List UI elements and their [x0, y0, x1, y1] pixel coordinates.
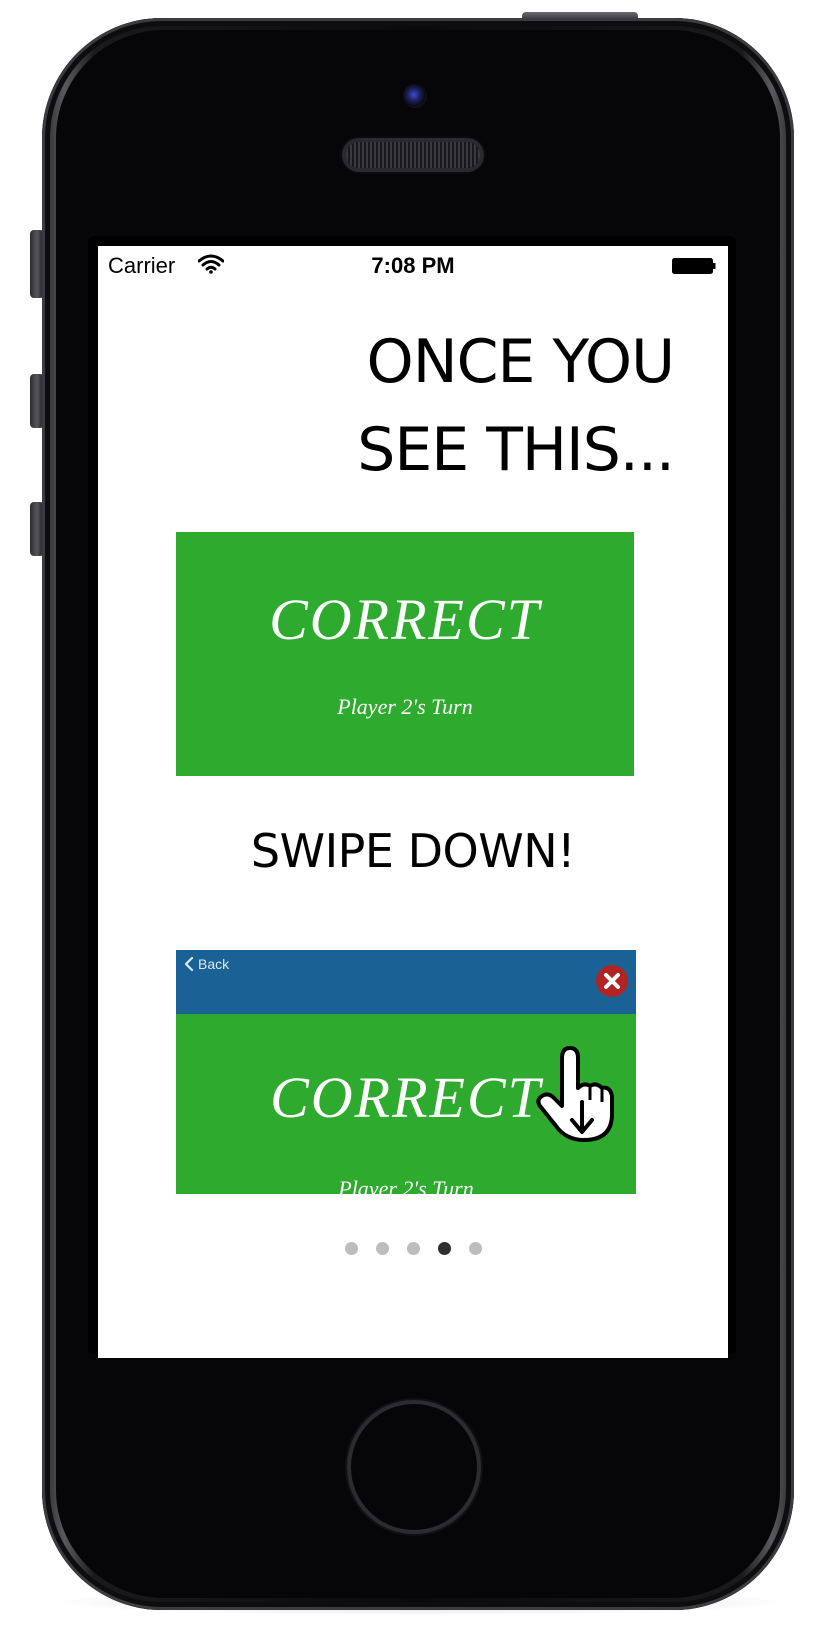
- demo-back-label: Back: [198, 956, 230, 972]
- close-icon: [604, 973, 620, 989]
- correct-card-title: CORRECT: [269, 587, 541, 652]
- page-dot-3[interactable]: [406, 1242, 420, 1255]
- demo-card-subtitle: Player 2's Turn: [338, 1176, 474, 1194]
- swipe-demo-card: Back CORRECT Player 2's Turn: [176, 950, 636, 1194]
- page-title-line-2: SEE THIS...: [357, 415, 675, 485]
- page-title: ONCE YOU SEE THIS...: [357, 318, 675, 494]
- correct-card-example: CORRECT Player 2's Turn: [176, 532, 634, 776]
- battery-icon: [672, 258, 716, 274]
- page-dot-4[interactable]: [437, 1242, 451, 1255]
- chevron-left-icon: [184, 957, 194, 971]
- earpiece-speaker: [346, 142, 480, 168]
- correct-card-subtitle: Player 2's Turn: [337, 694, 473, 719]
- demo-nav-bar: Back: [176, 950, 636, 1014]
- demo-back-button[interactable]: Back: [184, 956, 229, 972]
- app-screen: Carrier 7:08 PM ONCE YOU SEE THIS... COR…: [98, 246, 728, 1358]
- status-bar: Carrier 7:08 PM: [98, 246, 728, 286]
- page-dot-5[interactable]: [468, 1242, 482, 1255]
- page-indicator[interactable]: [98, 1242, 728, 1255]
- status-time: 7:08 PM: [371, 253, 455, 278]
- swipe-down-hand-icon: [536, 1046, 614, 1142]
- page-dot-1[interactable]: [344, 1242, 358, 1255]
- demo-close-button[interactable]: [596, 965, 628, 997]
- swipe-instruction: SWIPE DOWN!: [250, 824, 576, 878]
- page-dot-2[interactable]: [375, 1242, 389, 1255]
- device-frame-stage: Carrier 7:08 PM ONCE YOU SEE THIS... COR…: [0, 0, 830, 1640]
- front-camera-icon: [403, 84, 427, 108]
- home-button[interactable]: [351, 1404, 477, 1530]
- page-title-line-1: ONCE YOU: [366, 327, 675, 397]
